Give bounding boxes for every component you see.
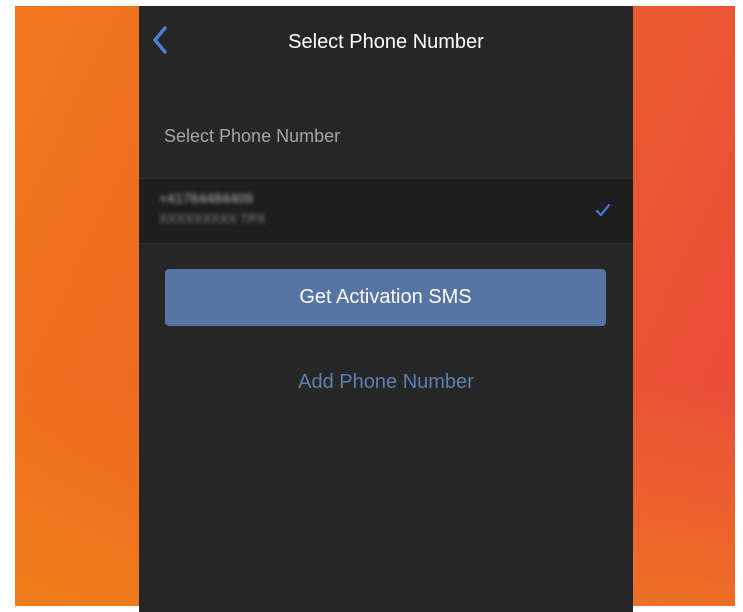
checkmark-icon [595, 203, 611, 217]
phone-number-row[interactable]: +41764484409 XXXXXXXXX TPX [139, 178, 633, 244]
phone-number-text: +41764484409 [159, 190, 253, 206]
section-label: Select Phone Number [164, 126, 341, 146]
add-phone-number-link[interactable]: Add Phone Number [139, 370, 633, 394]
navigation-bar: Select Phone Number [139, 6, 633, 76]
phone-number-subtitle: XXXXXXXXX TPX [159, 211, 266, 226]
app-screen: Select Phone Number Select Phone Number … [139, 6, 633, 612]
page-title: Select Phone Number [288, 31, 484, 53]
get-activation-sms-button[interactable]: Get Activation SMS [165, 269, 606, 326]
